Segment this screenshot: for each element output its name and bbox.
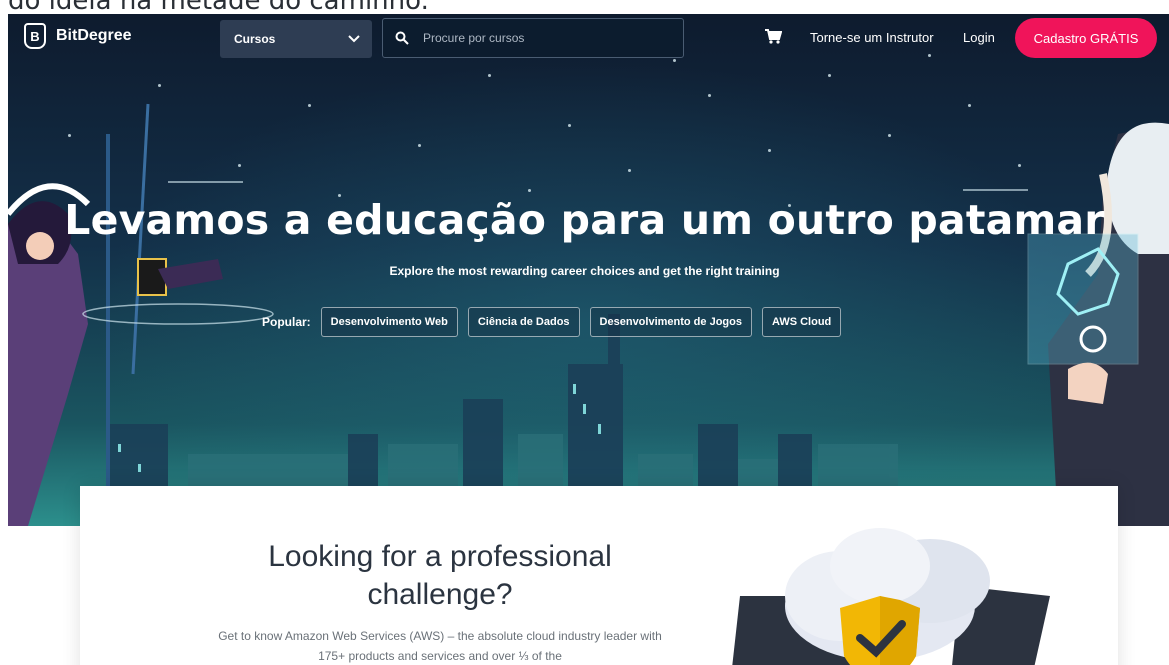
- popular-tag-aws-cloud[interactable]: AWS Cloud: [761, 307, 842, 337]
- search-bar[interactable]: [382, 18, 684, 58]
- hero-title: Levamos a educação para um outro patamar: [64, 196, 1105, 244]
- popular-tag-web-development[interactable]: Desenvolvimento Web: [320, 307, 458, 337]
- login-link[interactable]: Login: [963, 30, 995, 45]
- popular-tag-data-science[interactable]: Ciência de Dados: [467, 307, 580, 337]
- popular-tags: Popular: Desenvolvimento Web Ciência de …: [262, 307, 842, 337]
- brand-logo[interactable]: B BitDegree: [24, 23, 132, 49]
- popular-tag-game-development[interactable]: Desenvolvimento de Jogos: [589, 307, 752, 337]
- overlay-caption: do ideia na metade do caminho.: [8, 0, 1168, 14]
- signup-button[interactable]: Cadastro GRÁTIS: [1015, 18, 1157, 58]
- chevron-down-icon: [348, 35, 360, 43]
- top-navigation: B BitDegree Cursos Torne-se um Instrutor…: [8, 14, 1169, 64]
- hero-subtitle: Explore the most rewarding career choice…: [389, 264, 780, 278]
- shopping-cart-icon[interactable]: [764, 28, 783, 49]
- promo-text: Get to know Amazon Web Services (AWS) – …: [218, 629, 662, 663]
- search-icon: [395, 31, 409, 45]
- bitdegree-logo-icon: B: [24, 23, 46, 49]
- cloud-shield-check-illustration: [732, 528, 1050, 665]
- promo-title: Looking for a professional challenge?: [268, 540, 612, 611]
- brand-name: BitDegree: [56, 27, 132, 44]
- promo-card: Looking for a professional challenge? Ge…: [80, 486, 1118, 665]
- become-instructor-link[interactable]: Torne-se um Instrutor: [810, 30, 934, 45]
- courses-dropdown[interactable]: Cursos: [220, 20, 372, 58]
- search-input[interactable]: [423, 31, 663, 45]
- courses-dropdown-label: Cursos: [234, 32, 276, 46]
- popular-label: Popular:: [262, 315, 311, 329]
